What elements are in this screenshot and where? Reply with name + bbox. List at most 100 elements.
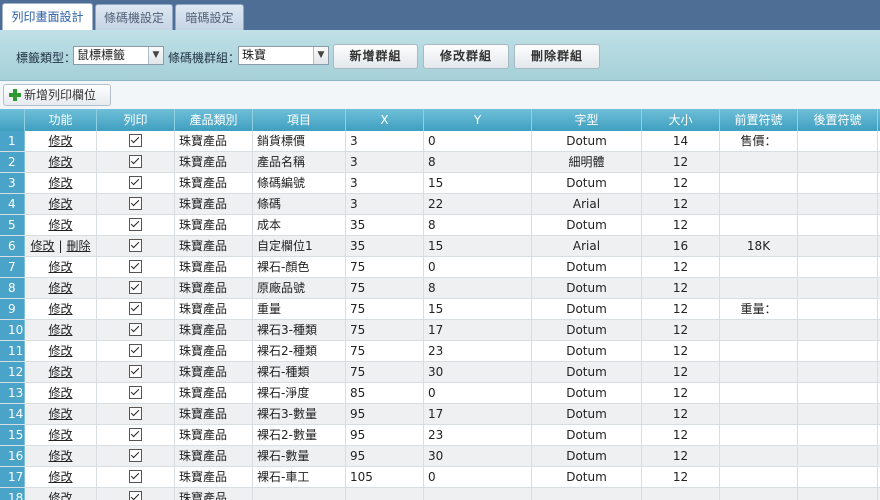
cell-prefix: 重量：: [720, 299, 798, 319]
row-number: 16: [0, 446, 25, 466]
cell-category: 珠寶產品: [175, 299, 253, 319]
header-font: 字型: [532, 109, 642, 131]
edit-link[interactable]: 修改: [48, 365, 72, 379]
edit-link[interactable]: 修改: [48, 176, 72, 190]
delete-group-button[interactable]: 刪除群組: [514, 44, 600, 69]
print-checkbox[interactable]: [129, 259, 142, 273]
cell-font: Dotum: [532, 467, 642, 487]
add-print-field-button[interactable]: 新增列印欄位: [3, 84, 111, 106]
tab-printer-settings[interactable]: 條碼機設定: [95, 4, 173, 30]
edit-group-button[interactable]: 修改群組: [423, 44, 509, 69]
print-checkbox[interactable]: [129, 322, 142, 336]
cell-function: 修改: [25, 446, 97, 466]
edit-link[interactable]: 修改: [48, 491, 72, 500]
print-checkbox[interactable]: [129, 217, 142, 231]
print-checkbox[interactable]: [129, 406, 142, 420]
table-row: 12 修改 珠寶產品 裸石-種類 75 30 Dotum 12: [0, 362, 880, 383]
cell-item: 裸石-車工: [253, 467, 346, 487]
print-checkbox[interactable]: [129, 133, 142, 147]
label-type-select[interactable]: 鼠標標籤 ▼: [73, 46, 164, 65]
edit-link[interactable]: 修改: [48, 323, 72, 337]
printer-group-select[interactable]: 珠寶 ▼: [238, 46, 329, 65]
edit-link[interactable]: 修改: [48, 407, 72, 421]
cell-item: [253, 488, 346, 500]
cell-function: 修改: [25, 488, 97, 500]
edit-link[interactable]: 修改: [48, 155, 72, 169]
cell-y: 15: [424, 236, 532, 256]
cell-font: Dotum: [532, 383, 642, 403]
row-number: 4: [0, 194, 25, 214]
cell-category: 珠寶產品: [175, 131, 253, 151]
edit-link[interactable]: 修改: [48, 428, 72, 442]
cell-item: 條碼編號: [253, 173, 346, 193]
cell-x: 75: [346, 341, 424, 361]
print-checkbox[interactable]: [129, 448, 142, 462]
cell-item: 裸石-種類: [253, 362, 346, 382]
print-checkbox[interactable]: [129, 364, 142, 378]
table-row: 9 修改 珠寶產品 重量 75 15 Dotum 12 重量：: [0, 299, 880, 320]
cell-item: 重量: [253, 299, 346, 319]
cell-category: 珠寶產品: [175, 467, 253, 487]
print-checkbox[interactable]: [129, 301, 142, 315]
print-checkbox[interactable]: [129, 385, 142, 399]
print-checkbox[interactable]: [129, 154, 142, 168]
cell-prefix: [720, 467, 798, 487]
cell-size: 12: [642, 173, 720, 193]
cell-prefix: 18K: [720, 236, 798, 256]
cell-y: 15: [424, 173, 532, 193]
cell-function: 修改: [25, 299, 97, 319]
edit-link[interactable]: 修改: [48, 344, 72, 358]
edit-link[interactable]: 修改: [30, 239, 54, 253]
printer-group-label: 條碼機群組：: [168, 51, 241, 65]
edit-link[interactable]: 修改: [48, 260, 72, 274]
print-checkbox[interactable]: [129, 490, 142, 500]
add-group-button[interactable]: 新增群組: [333, 44, 418, 69]
cell-print: [97, 383, 175, 403]
cell-x: 75: [346, 320, 424, 340]
cell-size: 14: [642, 131, 720, 151]
cell-font: [532, 488, 642, 500]
cell-item: 條碼: [253, 194, 346, 214]
edit-link[interactable]: 修改: [48, 470, 72, 484]
delete-link[interactable]: 刪除: [67, 239, 91, 253]
plus-icon: [9, 89, 21, 101]
cell-category: 珠寶產品: [175, 383, 253, 403]
print-checkbox[interactable]: [129, 427, 142, 441]
edit-link[interactable]: 修改: [48, 281, 72, 295]
cell-suffix: [798, 278, 878, 298]
print-checkbox[interactable]: [129, 196, 142, 210]
cell-item: 裸石3-數量: [253, 404, 346, 424]
cell-x: 3: [346, 194, 424, 214]
grid-header: 功能 列印 產品類別 項目 X Y 字型 大小 前置符號 後置符號: [0, 109, 880, 131]
edit-link[interactable]: 修改: [48, 197, 72, 211]
print-checkbox[interactable]: [129, 238, 142, 252]
cell-print: [97, 362, 175, 382]
cell-print: [97, 131, 175, 151]
print-checkbox[interactable]: [129, 175, 142, 189]
cell-font: Arial: [532, 236, 642, 256]
cell-x: 105: [346, 467, 424, 487]
print-checkbox[interactable]: [129, 280, 142, 294]
cell-y: [424, 488, 532, 500]
tab-hidden-code-settings[interactable]: 暗碼設定: [175, 4, 244, 30]
cell-category: 珠寶產品: [175, 320, 253, 340]
print-checkbox[interactable]: [129, 343, 142, 357]
edit-link[interactable]: 修改: [48, 302, 72, 316]
cell-size: 12: [642, 341, 720, 361]
edit-link[interactable]: 修改: [48, 134, 72, 148]
edit-link[interactable]: 修改: [48, 449, 72, 463]
cell-suffix: [798, 383, 878, 403]
header-function: 功能: [25, 109, 97, 131]
print-checkbox[interactable]: [129, 469, 142, 483]
table-row: 18 修改 珠寶產品: [0, 488, 880, 500]
cell-y: 17: [424, 404, 532, 424]
edit-link[interactable]: 修改: [48, 218, 72, 232]
cell-font: Dotum: [532, 341, 642, 361]
tab-print-layout[interactable]: 列印畫面設計: [2, 3, 93, 31]
table-row: 17 修改 珠寶產品 裸石-車工 105 0 Dotum 12: [0, 467, 880, 488]
table-row: 11 修改 珠寶產品 裸石2-種類 75 23 Dotum 12: [0, 341, 880, 362]
cell-suffix: [798, 299, 878, 319]
cell-item: 裸石3-種類: [253, 320, 346, 340]
cell-x: 95: [346, 404, 424, 424]
edit-link[interactable]: 修改: [48, 386, 72, 400]
